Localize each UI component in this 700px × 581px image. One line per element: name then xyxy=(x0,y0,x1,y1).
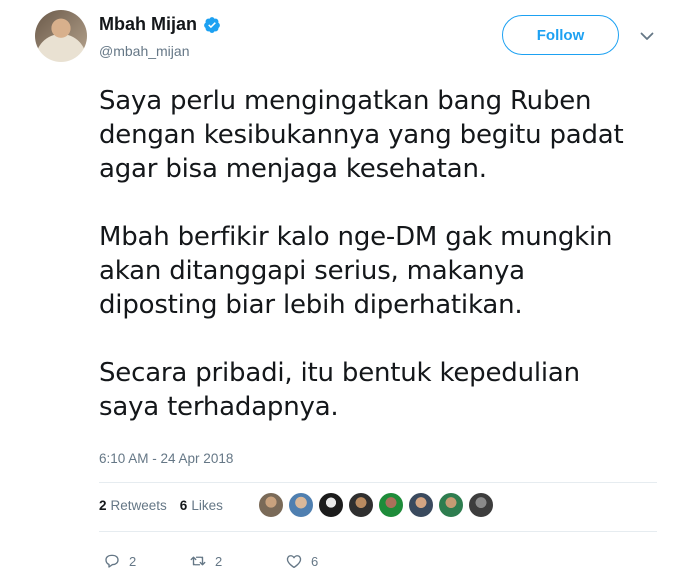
tweet-line: diposting biar lebih diperhatikan. xyxy=(99,290,523,320)
like-action[interactable]: 6 xyxy=(285,552,318,570)
tweet-timestamp[interactable]: 6:10 AM - 24 Apr 2018 xyxy=(99,451,233,466)
author-name-row[interactable]: Mbah Mijan xyxy=(99,14,221,35)
liker-avatar[interactable] xyxy=(468,492,494,518)
reply-count: 2 xyxy=(129,553,137,569)
tweet-line: akan ditanggapi serius, makanya xyxy=(99,256,525,286)
reply-icon[interactable] xyxy=(103,552,121,570)
like-count: 6 xyxy=(311,553,319,569)
tweet-line: saya terhadapnya. xyxy=(99,392,339,422)
tweet-header: Mbah Mijan @mbah_mijan Follow xyxy=(0,0,700,80)
liker-avatar[interactable] xyxy=(258,492,284,518)
retweets-count[interactable]: 2 xyxy=(99,498,107,513)
author-display-name[interactable]: Mbah Mijan xyxy=(99,14,197,35)
retweet-icon[interactable] xyxy=(189,552,207,570)
tweet-line: agar bisa menjaga kesehatan. xyxy=(99,154,487,184)
author-handle[interactable]: @mbah_mijan xyxy=(99,43,189,59)
retweet-count: 2 xyxy=(215,553,223,569)
tweet-line: dengan kesibukannya yang begitu padat xyxy=(99,120,624,150)
tweet-line: Mbah berfikir kalo nge-DM gak mungkin xyxy=(99,222,613,252)
liker-avatar[interactable] xyxy=(318,492,344,518)
tweet-paragraph: Secara pribadi, itu bentuk kepedulian sa… xyxy=(99,356,669,424)
likes-label[interactable]: Likes xyxy=(191,498,223,513)
tweet-line: Secara pribadi, itu bentuk kepedulian xyxy=(99,358,580,388)
chevron-down-icon[interactable] xyxy=(639,28,655,44)
author-avatar[interactable] xyxy=(35,10,87,62)
reply-action[interactable]: 2 xyxy=(103,552,189,570)
tweet-paragraph: Mbah berfikir kalo nge-DM gak mungkin ak… xyxy=(99,220,669,322)
tweet-paragraph: Saya perlu mengingatkan bang Ruben denga… xyxy=(99,84,669,186)
liker-avatar[interactable] xyxy=(378,492,404,518)
retweet-action[interactable]: 2 xyxy=(189,552,285,570)
liker-avatar[interactable] xyxy=(438,492,464,518)
tweet-line: Saya perlu mengingatkan bang Ruben xyxy=(99,86,592,116)
liker-avatar[interactable] xyxy=(408,492,434,518)
divider xyxy=(99,482,657,483)
tweet-actions: 2 2 6 xyxy=(103,552,318,570)
divider xyxy=(99,531,657,532)
liker-avatar[interactable] xyxy=(348,492,374,518)
tweet-stats: 2 Retweets 6 Likes xyxy=(99,498,236,513)
liker-avatar[interactable] xyxy=(288,492,314,518)
retweets-label[interactable]: Retweets xyxy=(111,498,167,513)
likers-avatars xyxy=(258,492,498,518)
heart-icon[interactable] xyxy=(285,552,303,570)
likes-count[interactable]: 6 xyxy=(180,498,188,513)
follow-button[interactable]: Follow xyxy=(502,15,619,55)
tweet-text: Saya perlu mengingatkan bang Ruben denga… xyxy=(99,84,669,424)
verified-badge-icon xyxy=(204,16,220,33)
